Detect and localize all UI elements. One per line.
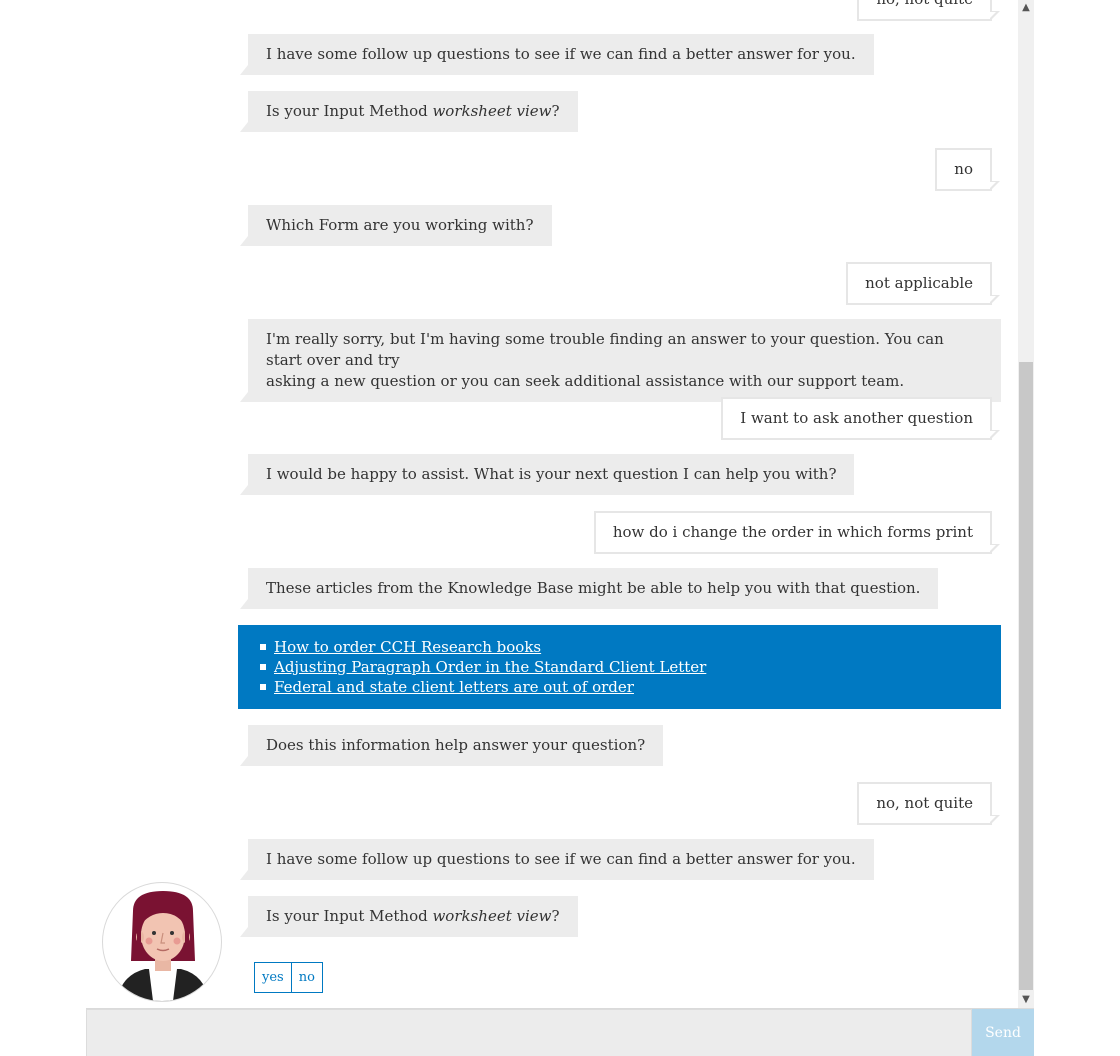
message-text: I would be happy to assist. What is your… [266,465,837,483]
chat-transcript: no, not quite I have some follow up ques… [0,0,1034,1008]
message-composer: Send [86,1008,1034,1056]
message-text: These articles from the Knowledge Base m… [266,579,921,597]
kb-article-link[interactable]: How to order CCH Research books [274,638,541,656]
message-text: no [954,160,973,178]
kb-article-item: Adjusting Paragraph Order in the Standar… [260,657,1001,677]
bot-message: Is your Input Method worksheet view? [240,896,578,937]
message-emphasis: worksheet view [432,907,552,925]
no-button[interactable]: no [291,962,323,993]
yes-button[interactable]: yes [254,962,292,993]
bot-message: These articles from the Knowledge Base m… [239,568,939,609]
user-message: not applicable [846,262,1000,305]
bot-message: Is your Input Method worksheet view? [240,91,578,132]
message-text: Is your Input Method [266,907,433,925]
assistant-avatar-icon [117,891,209,1001]
message-text: no, not quite [876,0,973,8]
message-text: how do i change the order in which forms… [612,523,973,541]
message-text: Which Form are you working with? [266,216,534,234]
message-text: ? [551,907,560,925]
user-message: I want to ask another question [721,397,1000,440]
bot-message: I'm really sorry, but I'm having some tr… [240,319,1001,402]
kb-article-item: Federal and state client letters are out… [260,677,1001,697]
message-text: ? [551,102,560,120]
assistant-avatar [102,882,222,1002]
kb-article-link[interactable]: Adjusting Paragraph Order in the Standar… [274,658,706,676]
user-message: no, not quite [857,782,1000,825]
bot-message: I have some follow up questions to see i… [240,34,874,75]
bot-message: I have some follow up questions to see i… [240,839,874,880]
message-text: I'm really sorry, but I'm having some tr… [266,330,944,369]
scroll-up-icon[interactable]: ▲ [1018,0,1034,16]
kb-article-item: How to order CCH Research books [260,637,1001,657]
message-text: not applicable [865,274,973,292]
bot-message: I would be happy to assist. What is your… [239,454,855,495]
bot-message: Does this information help answer your q… [239,725,664,766]
message-text: I have some follow up questions to see i… [266,45,856,63]
vertical-scrollbar[interactable]: ▲ ▼ [1018,0,1034,1008]
user-message: how do i change the order in which forms… [593,511,1001,554]
message-text: I want to ask another question [740,409,973,427]
message-emphasis: worksheet view [432,102,552,120]
message-text: I have some follow up questions to see i… [266,850,856,868]
kb-article-list: How to order CCH Research books Adjustin… [260,637,1001,697]
message-text: Does this information help answer your q… [266,736,646,754]
kb-article-link[interactable]: Federal and state client letters are out… [274,678,634,696]
message-input[interactable] [86,1009,972,1056]
user-message: no [935,148,1000,191]
kb-articles-panel: How to order CCH Research books Adjustin… [238,625,1001,709]
scroll-down-icon[interactable]: ▼ [1018,992,1034,1008]
message-text: asking a new question or you can seek ad… [266,372,905,390]
user-message: no, not quite [857,0,1000,21]
bot-message: Which Form are you working with? [240,205,552,246]
quick-replies: yes no [254,962,323,993]
send-button[interactable]: Send [972,1009,1034,1056]
scrollbar-thumb[interactable] [1019,362,1033,990]
message-text: Is your Input Method [266,102,433,120]
message-text: no, not quite [876,794,973,812]
